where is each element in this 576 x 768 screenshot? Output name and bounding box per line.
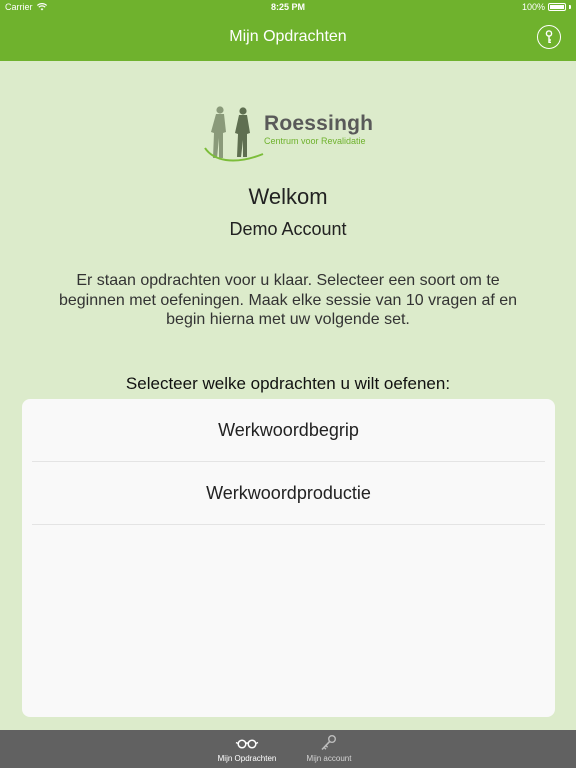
exercise-item-werkwoordproductie[interactable]: Werkwoordproductie xyxy=(32,462,545,525)
status-bar: Carrier 8:25 PM 100% xyxy=(0,0,576,16)
welcome-heading: Welkom xyxy=(248,184,328,209)
logo-name: Roessingh xyxy=(264,112,374,135)
tab-label: Mijn Opdrachten xyxy=(217,754,277,763)
status-right: 100% xyxy=(522,2,571,12)
roessingh-logo: Roessingh Centrum voor Revalidatie xyxy=(203,102,375,168)
navigation-bar: Mijn Opdrachten xyxy=(0,16,576,61)
logo-subtitle: Centrum voor Revalidatie xyxy=(264,136,366,146)
battery-percentage: 100% xyxy=(521,2,545,12)
page-title: Mijn Opdrachten xyxy=(229,28,347,45)
key-icon xyxy=(545,30,553,44)
tab-mijn-account[interactable]: Mijn account xyxy=(294,734,364,763)
battery-tip-icon xyxy=(569,5,571,9)
glasses-icon xyxy=(235,739,259,749)
exercise-select-label: Selecteer welke opdrachten u wilt oefene… xyxy=(125,374,451,393)
tab-mijn-opdrachten[interactable]: Mijn Opdrachten xyxy=(212,734,282,763)
intro-text: Er staan opdrachten voor u klaar. Select… xyxy=(58,272,518,328)
tab-label: Mijn account xyxy=(306,754,352,763)
exercise-list: Werkwoordbegrip Werkwoordproductie xyxy=(22,399,555,717)
tab-bar: Mijn Opdrachten Mijn account xyxy=(0,730,576,768)
battery-icon xyxy=(548,3,566,11)
list-item-label: Werkwoordbegrip xyxy=(218,419,359,440)
runners-logo-icon xyxy=(204,106,264,162)
account-key-button[interactable] xyxy=(537,25,561,49)
list-item-label: Werkwoordproductie xyxy=(206,482,371,503)
account-name: Demo Account xyxy=(229,219,347,239)
exercise-item-werkwoordbegrip[interactable]: Werkwoordbegrip xyxy=(32,399,545,462)
key-icon xyxy=(321,735,336,751)
status-time: 8:25 PM xyxy=(270,2,305,12)
